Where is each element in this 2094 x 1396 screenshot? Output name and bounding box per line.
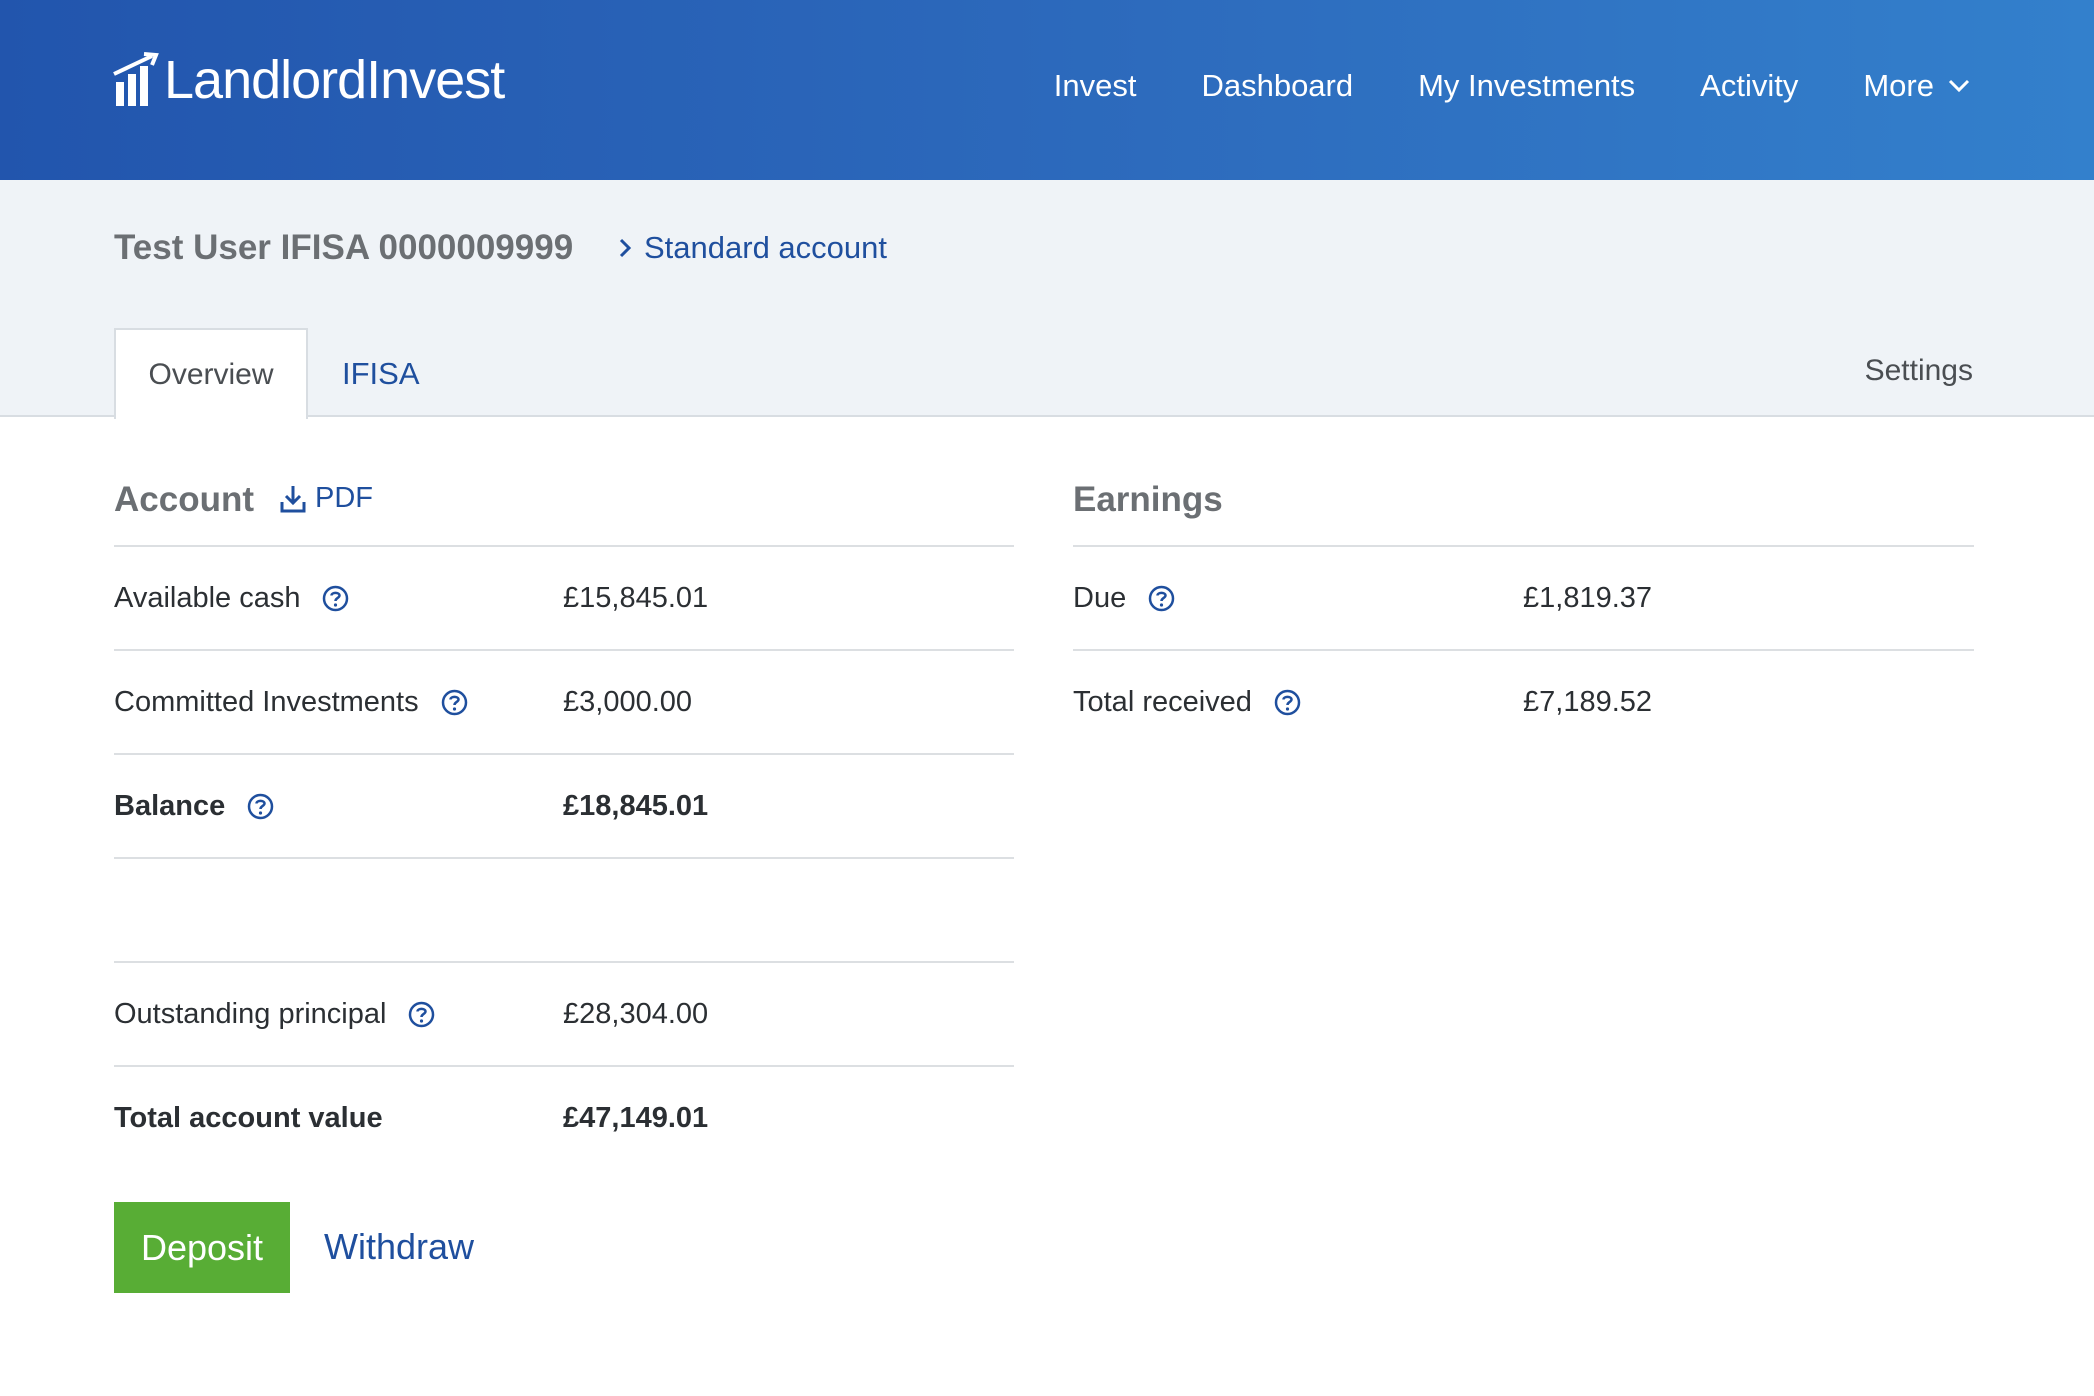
available-cash-label: Available cash: [114, 582, 349, 615]
available-cash-text: Available cash: [114, 582, 301, 614]
outstanding-principal-text: Outstanding principal: [114, 998, 387, 1030]
balance-text: Balance: [114, 790, 226, 822]
divider: [114, 961, 1014, 963]
help-icon[interactable]: [408, 1001, 435, 1028]
committed-investments-label: Committed Investments: [114, 686, 468, 719]
withdraw-link[interactable]: Withdraw: [324, 1226, 474, 1268]
balance-label: Balance: [114, 790, 274, 823]
nav-more[interactable]: More: [1863, 68, 1970, 104]
help-icon[interactable]: [247, 793, 274, 820]
total-account-value-value: £47,149.01: [563, 1102, 709, 1134]
standard-account-label: Standard account: [644, 230, 888, 265]
nav-activity[interactable]: Activity: [1700, 68, 1798, 104]
total-account-value-label: Total account value: [114, 1102, 383, 1135]
committed-investments-value: £3,000.00: [563, 686, 693, 718]
total-received-text: Total received: [1073, 686, 1252, 718]
outstanding-principal-label: Outstanding principal: [114, 998, 435, 1031]
due-text: Due: [1073, 582, 1127, 614]
account-header: Test User IFISA 0000009999 Standard acco…: [0, 180, 2094, 419]
help-icon[interactable]: [441, 689, 468, 716]
pdf-download-link[interactable]: PDF: [279, 482, 373, 515]
settings-link[interactable]: Settings: [1865, 354, 1973, 388]
help-icon[interactable]: [1148, 585, 1175, 612]
chevron-down-icon: [1948, 79, 1970, 93]
divider: [114, 649, 1014, 651]
earnings-section-title: Earnings: [1073, 480, 1223, 519]
account-title: Test User IFISA 0000009999: [114, 228, 574, 267]
deposit-button[interactable]: Deposit: [114, 1202, 290, 1293]
logo[interactable]: LandlordInvest: [112, 50, 505, 110]
divider: [114, 1065, 1014, 1067]
due-value: £1,819.37: [1523, 582, 1653, 614]
nav-invest[interactable]: Invest: [1054, 68, 1137, 104]
logo-text: LandlordInvest: [164, 50, 505, 110]
pdf-label: PDF: [315, 482, 373, 514]
download-icon: [280, 485, 306, 512]
main-nav: Invest Dashboard My Investments Activity…: [1054, 68, 1970, 104]
help-icon[interactable]: [1274, 689, 1301, 716]
divider: [114, 545, 1014, 547]
nav-more-label: More: [1863, 68, 1934, 103]
divider: [1073, 649, 1974, 651]
account-section-title: Account: [114, 480, 254, 519]
due-label: Due: [1073, 582, 1175, 615]
total-account-value-text: Total account value: [114, 1102, 383, 1134]
standard-account-link[interactable]: Standard account: [618, 230, 887, 266]
tab-overview[interactable]: Overview: [114, 328, 308, 419]
help-icon[interactable]: [322, 585, 349, 612]
committed-investments-text: Committed Investments: [114, 686, 419, 718]
balance-value: £18,845.01: [563, 790, 709, 822]
outstanding-principal-value: £28,304.00: [563, 998, 709, 1030]
nav-my-investments[interactable]: My Investments: [1418, 68, 1635, 104]
divider: [114, 753, 1014, 755]
total-received-value: £7,189.52: [1523, 686, 1653, 718]
total-received-label: Total received: [1073, 686, 1301, 719]
top-navigation-bar: LandlordInvest Invest Dashboard My Inves…: [0, 0, 2094, 180]
tab-ifisa[interactable]: IFISA: [342, 356, 420, 392]
nav-dashboard[interactable]: Dashboard: [1201, 68, 1353, 104]
divider: [114, 857, 1014, 859]
bar-chart-icon: [113, 52, 159, 106]
chevron-right-icon: [619, 238, 632, 258]
available-cash-value: £15,845.01: [563, 582, 709, 614]
divider: [1073, 545, 1974, 547]
